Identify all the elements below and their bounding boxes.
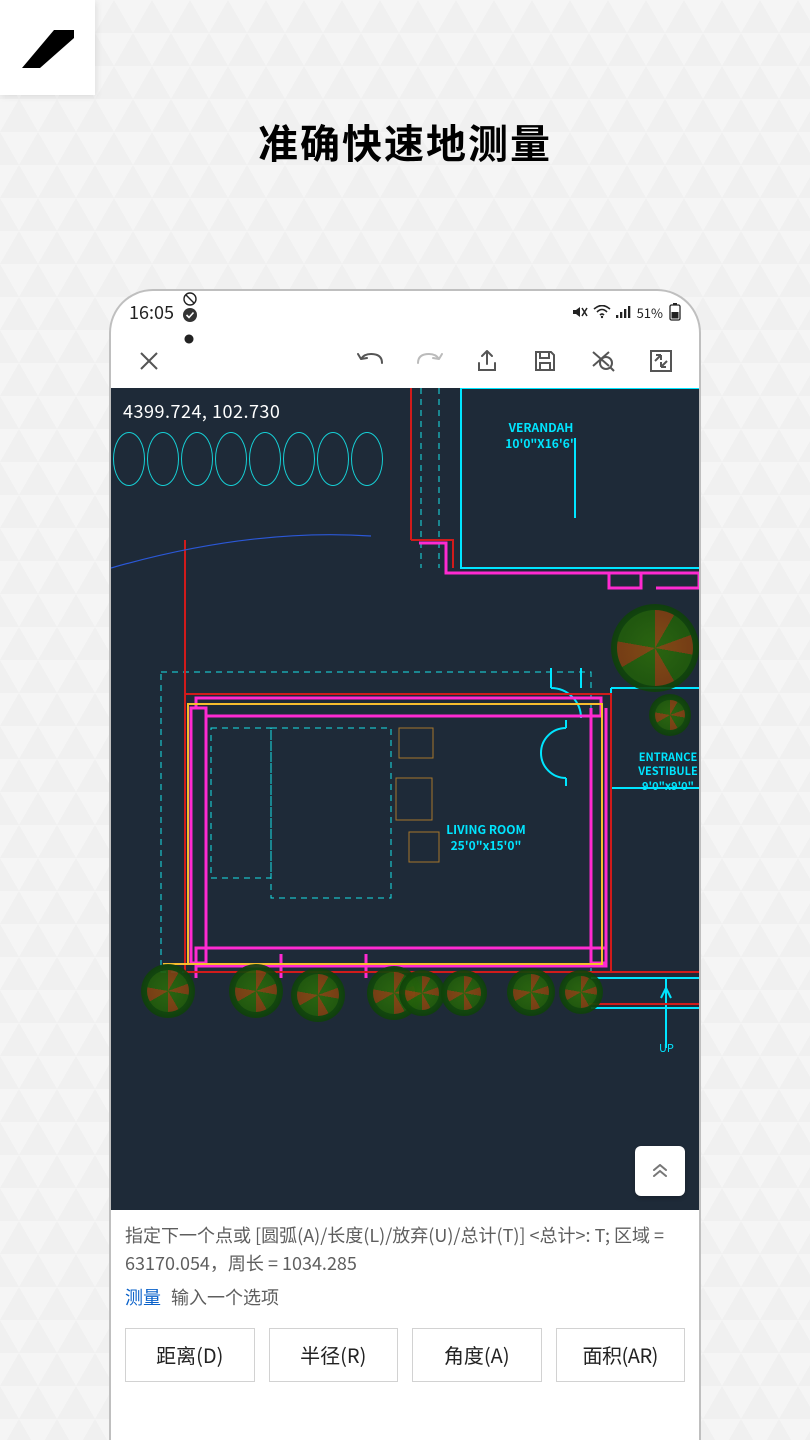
command-area: 指定下一个点或 [圆弧(A)/长度(L)/放弃(U)/总计(T)] <总计>: …: [111, 1210, 699, 1318]
drawing-canvas[interactable]: 4399.724, 102.730: [111, 388, 699, 1210]
undo-button[interactable]: [347, 337, 395, 385]
option-row: 距离(D) 半径(R) 角度(A) 面积(AR): [111, 1318, 699, 1382]
share-button[interactable]: [463, 337, 511, 385]
status-icons-right: 51%: [571, 303, 681, 322]
check-badge-icon: [182, 307, 198, 323]
app-toolbar: [111, 333, 699, 388]
option-angle-button[interactable]: 角度(A): [412, 1328, 542, 1382]
save-button[interactable]: [521, 337, 569, 385]
status-battery-text: 51%: [637, 303, 663, 322]
wifi-icon: [593, 305, 611, 319]
up-label: UP: [659, 1040, 674, 1056]
no-data-icon: [182, 291, 198, 307]
option-radius-button[interactable]: 半径(R): [269, 1328, 399, 1382]
phone-frame: 16:05 ● 51%: [109, 289, 701, 1440]
undo-icon: [355, 349, 387, 373]
cad-drawing: [111, 388, 699, 1210]
command-history-line: 指定下一个点或 [圆弧(A)/长度(L)/放弃(U)/总计(T)] <总计>: …: [125, 1222, 685, 1278]
dot-icon: ●: [184, 331, 194, 346]
room-label-living: LIVING ROOM25'0"x15'0": [421, 822, 551, 853]
close-button[interactable]: [125, 337, 173, 385]
command-hint: 输入一个选项: [171, 1284, 279, 1310]
page-title: 准确快速地测量: [0, 112, 810, 170]
option-area-button[interactable]: 面积(AR): [556, 1328, 686, 1382]
close-icon: [138, 350, 160, 372]
autodesk-logo: [0, 0, 95, 95]
room-label-verandah: VERANDAH10'0"X16'6": [481, 420, 601, 451]
chevron-up-double-icon: [651, 1164, 669, 1178]
battery-icon: [669, 303, 681, 321]
option-distance-button[interactable]: 距离(D): [125, 1328, 255, 1382]
command-keyword: 测量: [125, 1284, 161, 1310]
redo-button[interactable]: [405, 337, 453, 385]
expand-panel-button[interactable]: [635, 1146, 685, 1196]
save-icon: [532, 348, 558, 374]
fullscreen-button[interactable]: [637, 337, 685, 385]
command-prompt[interactable]: 测量 输入一个选项: [125, 1284, 685, 1312]
mute-icon: [571, 304, 589, 320]
status-bar: 16:05 ● 51%: [111, 291, 699, 333]
fullscreen-icon: [648, 348, 674, 374]
share-icon: [474, 348, 500, 374]
status-time: 16:05: [129, 299, 174, 325]
signal-icon: [615, 305, 631, 319]
room-label-entrance: ENTRANCEVESTIBULE9'0"x9'0": [623, 750, 699, 793]
zoom-extents-icon: [589, 348, 617, 374]
redo-icon: [413, 349, 445, 373]
zoom-extents-button[interactable]: [579, 337, 627, 385]
status-icons-left: ●: [182, 289, 198, 349]
